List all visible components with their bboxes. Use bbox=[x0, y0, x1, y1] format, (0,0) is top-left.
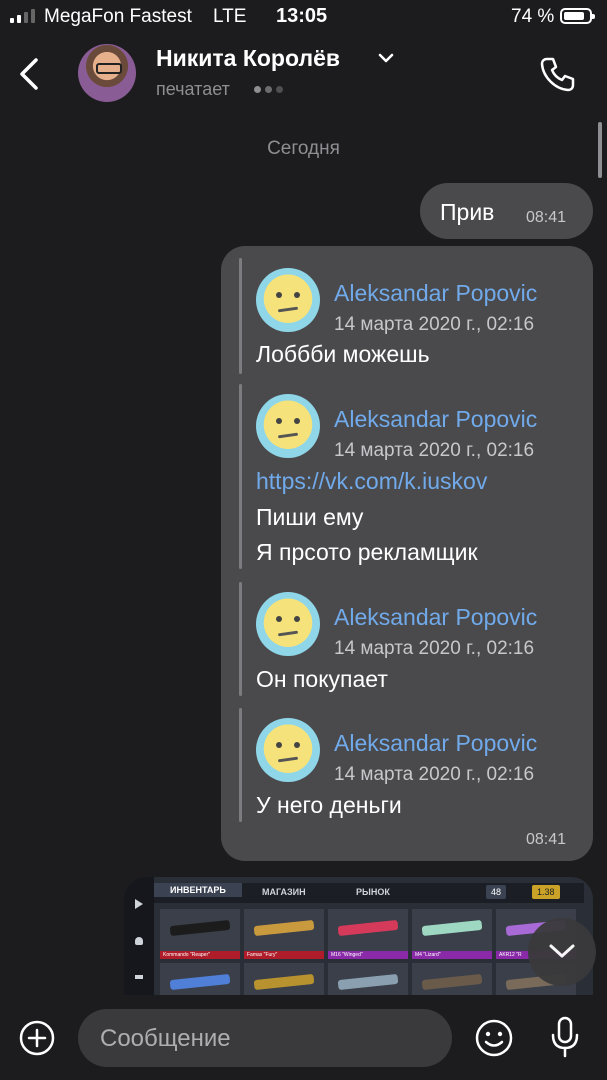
inventory-item bbox=[160, 963, 240, 995]
sender-name[interactable]: Aleksandar Popovic bbox=[334, 604, 537, 631]
forwarded-message: Aleksandar Popovic 14 марта 2020 г., 02:… bbox=[239, 258, 579, 386]
typing-status: печатает bbox=[156, 79, 230, 99]
image-attachment[interactable]: ИНВЕНТАРЬ МАГАЗИН РЫНОК 48 1.38 Kommando… bbox=[124, 877, 593, 995]
forward-text: Пиши ему bbox=[256, 504, 364, 530]
game-sidebar bbox=[124, 877, 154, 995]
item-label: M4 "Lizard" bbox=[412, 951, 492, 959]
chevron-down-icon bbox=[549, 944, 575, 958]
quote-bar bbox=[239, 582, 242, 696]
game-tab: МАГАЗИН bbox=[262, 887, 306, 897]
inventory-item bbox=[244, 963, 324, 995]
forwarded-message: Aleksandar Popovic 14 марта 2020 г., 02:… bbox=[239, 708, 579, 836]
microphone-icon[interactable] bbox=[548, 1015, 582, 1059]
person-icon bbox=[135, 937, 143, 945]
emoji-icon[interactable] bbox=[474, 1018, 514, 1058]
battery-percent: 74 % bbox=[511, 6, 555, 27]
avatar[interactable] bbox=[78, 44, 136, 102]
forward-date: 14 марта 2020 г., 02:16 bbox=[334, 440, 535, 461]
scroll-down-button[interactable] bbox=[528, 918, 596, 986]
contact-name[interactable]: Никита Королёв bbox=[156, 45, 340, 72]
typing-dots-icon bbox=[254, 86, 283, 93]
phone-icon[interactable] bbox=[538, 54, 578, 94]
inventory-item bbox=[412, 963, 492, 995]
forwarded-message: Aleksandar Popovic 14 марта 2020 г., 02:… bbox=[239, 582, 579, 710]
carrier-name: MegaFon Fastest bbox=[44, 6, 192, 27]
sender-avatar[interactable] bbox=[256, 718, 320, 782]
inventory-item: M4 "Lizard" bbox=[412, 909, 492, 959]
item-label: Famas "Fury" bbox=[244, 951, 324, 959]
forward-text: Лоббби можешь bbox=[256, 341, 430, 367]
message-field[interactable] bbox=[78, 1009, 452, 1069]
forward-text: Он покупает bbox=[256, 666, 388, 692]
sender-avatar[interactable] bbox=[256, 394, 320, 458]
inventory-item: M16 "Winged" bbox=[328, 909, 408, 959]
item-label: Kommando "Reaper" bbox=[160, 951, 240, 959]
sender-name[interactable]: Aleksandar Popovic bbox=[334, 730, 537, 757]
back-icon[interactable] bbox=[16, 56, 44, 92]
date-separator: Сегодня bbox=[267, 138, 340, 159]
message-text: Прив bbox=[440, 199, 495, 225]
inventory-item: Famas "Fury" bbox=[244, 909, 324, 959]
quote-bar bbox=[239, 384, 242, 569]
chat-header: Никита Королёв печатает bbox=[0, 34, 607, 116]
sender-name[interactable]: Aleksandar Popovic bbox=[334, 280, 537, 307]
sender-avatar[interactable] bbox=[256, 268, 320, 332]
message-input-bar bbox=[0, 995, 607, 1080]
game-tab: РЫНОК bbox=[356, 887, 390, 897]
forwarded-message: Aleksandar Popovic 14 марта 2020 г., 02:… bbox=[239, 384, 579, 584]
game-counter: 48 bbox=[486, 885, 507, 899]
forwarded-messages-bubble[interactable]: Aleksandar Popovic 14 марта 2020 г., 02:… bbox=[221, 246, 593, 861]
plus-icon[interactable] bbox=[18, 1019, 56, 1057]
signal-icon bbox=[10, 9, 35, 23]
forward-date: 14 марта 2020 г., 02:16 bbox=[334, 638, 535, 659]
inventory-item: Kommando "Reaper" bbox=[160, 909, 240, 959]
forward-date: 14 марта 2020 г., 02:16 bbox=[334, 314, 535, 335]
sender-avatar[interactable] bbox=[256, 592, 320, 656]
inventory-item bbox=[328, 963, 408, 995]
message-time: 08:41 bbox=[526, 209, 567, 226]
quote-bar bbox=[239, 708, 242, 822]
forward-text: Я прсото рекламщик bbox=[256, 539, 478, 565]
message-input[interactable] bbox=[98, 1009, 442, 1069]
game-counter: 1.38 bbox=[532, 885, 560, 899]
message-time: 08:41 bbox=[526, 831, 567, 848]
forward-link[interactable]: https://vk.com/k.iuskov bbox=[256, 463, 487, 499]
forward-text: У него деньги bbox=[256, 792, 402, 818]
forward-date: 14 марта 2020 г., 02:16 bbox=[334, 764, 535, 785]
status-time: 13:05 bbox=[276, 5, 328, 27]
chevron-down-icon[interactable] bbox=[377, 52, 395, 66]
status-bar: MegaFon Fastest LTE 13:05 74 % bbox=[0, 0, 607, 34]
game-tab: ИНВЕНТАРЬ bbox=[154, 883, 242, 897]
game-inventory-grid: Kommando "Reaper" Famas "Fury" M16 "Wing… bbox=[160, 909, 580, 995]
sender-name[interactable]: Aleksandar Popovic bbox=[334, 406, 537, 433]
battery-icon bbox=[560, 8, 595, 24]
item-label: M16 "Winged" bbox=[328, 951, 408, 959]
play-icon bbox=[135, 899, 143, 909]
gun-icon bbox=[135, 975, 143, 979]
message-bubble[interactable]: Прив 08:41 bbox=[420, 183, 593, 239]
quote-bar bbox=[239, 258, 242, 374]
network-type: LTE bbox=[213, 6, 247, 27]
